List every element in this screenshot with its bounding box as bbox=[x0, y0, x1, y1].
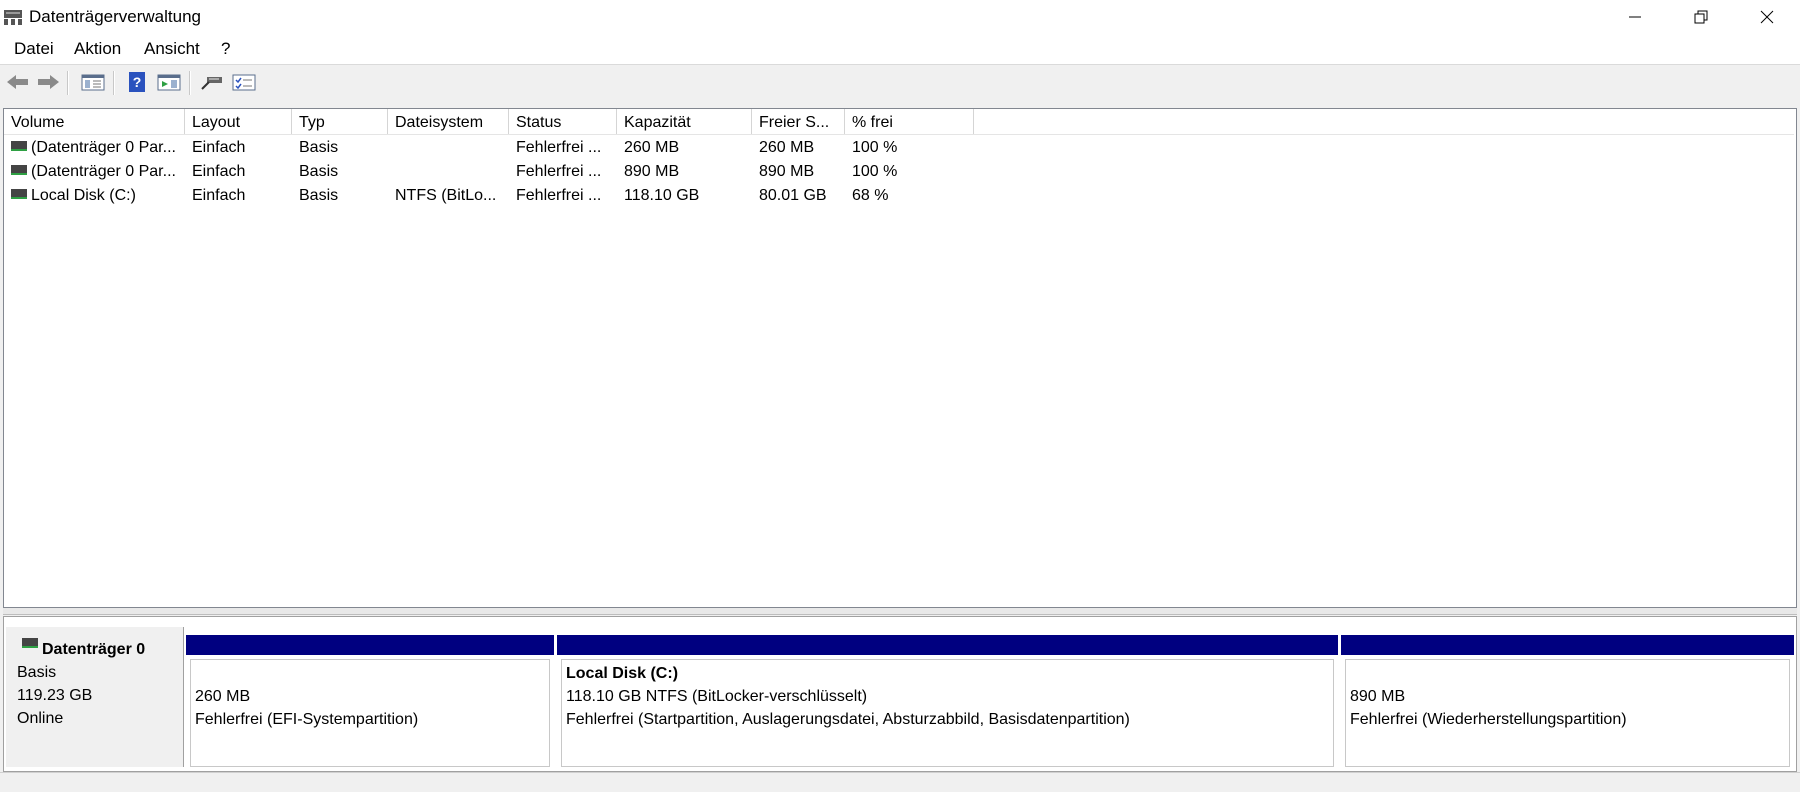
restore-button[interactable] bbox=[1668, 0, 1734, 34]
cell-prozent-frei: 68 % bbox=[852, 187, 889, 204]
disk-type: Basis bbox=[17, 664, 57, 681]
cell-kapazitaet: 118.10 GB bbox=[624, 187, 700, 204]
cell-layout: Einfach bbox=[192, 187, 246, 204]
column-header-dateisystem[interactable]: Dateisystem bbox=[388, 109, 509, 134]
minimize-icon bbox=[1629, 16, 1641, 18]
help-button[interactable]: ? bbox=[124, 70, 150, 94]
connect-disk-button[interactable] bbox=[199, 70, 225, 94]
cell-layout: Einfach bbox=[192, 163, 246, 180]
cell-dateisystem: NTFS (BitLo... bbox=[395, 187, 497, 204]
toolbar-separator bbox=[113, 71, 115, 95]
column-header-prozent-frei[interactable]: % frei bbox=[845, 109, 974, 134]
forward-arrow-icon bbox=[38, 75, 59, 89]
cell-typ: Basis bbox=[299, 187, 339, 204]
menu-bar: Datei Aktion Ansicht ? bbox=[0, 34, 1800, 65]
volume-list: Volume Layout Typ Dateisystem Status Kap… bbox=[3, 108, 1797, 608]
disk-size: 119.23 GB bbox=[17, 687, 93, 704]
menu-datei[interactable]: Datei bbox=[12, 39, 56, 59]
cell-kapazitaet: 260 MB bbox=[624, 139, 680, 156]
cell-prozent-frei: 100 % bbox=[852, 139, 898, 156]
cell-volume: (Datenträger 0 Par... bbox=[4, 136, 185, 160]
partition-recovery[interactable]: 890 MB Fehlerfrei (Wiederherstellungspar… bbox=[1341, 635, 1794, 767]
volume-icon bbox=[11, 189, 27, 200]
cell-dateisystem bbox=[388, 160, 509, 184]
cell-status: Fehlerfrei ... bbox=[516, 139, 602, 156]
menu-aktion[interactable]: Aktion bbox=[72, 39, 123, 59]
back-button[interactable] bbox=[5, 70, 31, 94]
partition-bar bbox=[1341, 635, 1794, 655]
toolbar-separator bbox=[189, 71, 191, 95]
cell-volume: (Datenträger 0 Par... bbox=[4, 160, 185, 184]
partition-size: 260 MB bbox=[195, 688, 251, 705]
column-header-kapazitaet[interactable]: Kapazität bbox=[617, 109, 752, 134]
column-header-status[interactable]: Status bbox=[509, 109, 617, 134]
toolbar: ? bbox=[0, 65, 1800, 100]
cell-typ: Basis bbox=[299, 139, 339, 156]
help-icon: ? bbox=[129, 72, 145, 92]
table-row[interactable]: Local Disk (C:) Einfach Basis NTFS (BitL… bbox=[4, 184, 1794, 208]
partition-local-disk-c[interactable]: Local Disk (C:) 118.10 GB NTFS (BitLocke… bbox=[557, 635, 1338, 767]
window-title: Datenträgerverwaltung bbox=[29, 7, 201, 26]
disk-state: Online bbox=[17, 710, 64, 727]
cell-prozent-frei: 100 % bbox=[852, 163, 898, 180]
partition-status: Fehlerfrei (EFI-Systempartition) bbox=[195, 711, 419, 728]
back-arrow-icon bbox=[7, 75, 28, 89]
partition-size: 890 MB bbox=[1350, 688, 1406, 705]
cell-volume: Local Disk (C:) bbox=[4, 184, 185, 208]
partition-bar bbox=[186, 635, 554, 655]
close-icon bbox=[1760, 10, 1774, 24]
title-bar: Datenträgerverwaltung bbox=[0, 0, 1800, 34]
cell-typ: Basis bbox=[299, 163, 339, 180]
disk-info-label[interactable]: Datenträger 0 Basis 119.23 GB Online bbox=[6, 627, 184, 767]
partition-status: Fehlerfrei (Startpartition, Auslagerungs… bbox=[566, 711, 1130, 728]
column-header-layout[interactable]: Layout bbox=[185, 109, 292, 134]
cell-layout: Einfach bbox=[192, 139, 246, 156]
cell-freier-speicher: 890 MB bbox=[759, 163, 815, 180]
partition-body: Local Disk (C:) 118.10 GB NTFS (BitLocke… bbox=[561, 659, 1334, 767]
cell-kapazitaet: 890 MB bbox=[624, 163, 680, 180]
partition-status: Fehlerfrei (Wiederherstellungspartition) bbox=[1350, 711, 1627, 728]
connect-disk-icon bbox=[201, 77, 222, 90]
cell-status: Fehlerfrei ... bbox=[516, 163, 602, 180]
volume-icon bbox=[11, 141, 27, 152]
partition-body: 260 MB Fehlerfrei (EFI-Systempartition) bbox=[190, 659, 550, 767]
column-header-volume[interactable]: Volume bbox=[4, 109, 185, 134]
disk-icon bbox=[22, 637, 38, 648]
disk-graphical-view: Datenträger 0 Basis 119.23 GB Online 260… bbox=[3, 616, 1797, 772]
table-row[interactable]: (Datenträger 0 Par... Einfach Basis Fehl… bbox=[4, 136, 1794, 160]
properties-button[interactable] bbox=[231, 70, 257, 94]
action-pane-icon bbox=[157, 74, 181, 91]
partition-title: Local Disk (C:) bbox=[566, 665, 679, 682]
partition-size: 118.10 GB NTFS (BitLocker-verschlüsselt) bbox=[566, 688, 868, 705]
partition-bar bbox=[557, 635, 1338, 655]
svg-text:?: ? bbox=[133, 74, 142, 90]
minimize-button[interactable] bbox=[1602, 0, 1668, 34]
toolbar-separator bbox=[67, 71, 69, 95]
properties-icon bbox=[232, 74, 256, 91]
cell-status: Fehlerfrei ... bbox=[516, 187, 602, 204]
pane-splitter[interactable] bbox=[3, 608, 1797, 615]
cell-freier-speicher: 260 MB bbox=[759, 139, 815, 156]
partition-efi[interactable]: 260 MB Fehlerfrei (EFI-Systempartition) bbox=[186, 635, 554, 767]
disk-name: Datenträger 0 bbox=[22, 637, 145, 659]
column-header-typ[interactable]: Typ bbox=[292, 109, 388, 134]
menu-ansicht[interactable]: Ansicht bbox=[142, 39, 202, 59]
show-action-pane-button[interactable] bbox=[156, 70, 182, 94]
disk-management-icon bbox=[4, 10, 22, 25]
restore-icon bbox=[1694, 10, 1708, 24]
cell-dateisystem bbox=[388, 136, 509, 160]
table-row[interactable]: (Datenträger 0 Par... Einfach Basis Fehl… bbox=[4, 160, 1794, 184]
cell-freier-speicher: 80.01 GB bbox=[759, 187, 827, 204]
show-console-tree-button[interactable] bbox=[80, 70, 106, 94]
partition-body: 890 MB Fehlerfrei (Wiederherstellungspar… bbox=[1345, 659, 1790, 767]
console-tree-icon bbox=[81, 74, 105, 91]
forward-button[interactable] bbox=[35, 70, 61, 94]
volume-list-header: Volume Layout Typ Dateisystem Status Kap… bbox=[4, 109, 1794, 135]
volume-icon bbox=[11, 165, 27, 176]
menu-help[interactable]: ? bbox=[219, 39, 232, 59]
status-bar bbox=[0, 772, 1800, 792]
column-header-freier-speicher[interactable]: Freier S... bbox=[752, 109, 845, 134]
close-button[interactable] bbox=[1734, 0, 1800, 34]
